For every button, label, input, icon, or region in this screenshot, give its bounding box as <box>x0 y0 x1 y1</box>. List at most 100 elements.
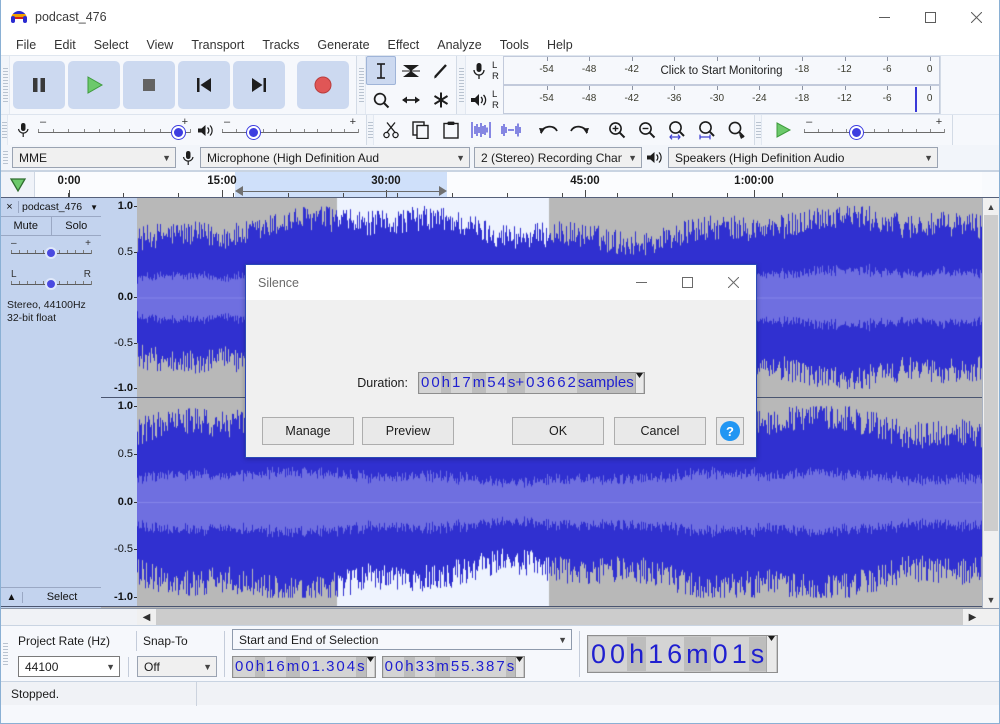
ok-button[interactable]: OK <box>512 417 604 445</box>
time-digit[interactable]: 0 <box>420 373 430 393</box>
scroll-left-button[interactable]: ◀ <box>137 609 156 625</box>
project-rate-select[interactable]: 44100 ▼ <box>18 656 120 677</box>
scroll-right-button[interactable]: ▶ <box>963 609 982 625</box>
track-gain-slider[interactable]: – + <box>11 240 91 262</box>
track-select-button[interactable]: Select <box>23 591 101 603</box>
selection-end-field[interactable]: 00h33m55.387s <box>382 656 526 678</box>
time-digit[interactable]: 1 <box>265 657 275 677</box>
timeline-selection-region[interactable] <box>235 172 447 197</box>
vertical-scroll-thumb[interactable] <box>984 215 998 531</box>
time-unit[interactable]: s <box>356 657 366 677</box>
track-name-menu[interactable]: podcast_476 ▼ <box>19 201 101 213</box>
play-button[interactable] <box>68 61 120 109</box>
time-shift-tool[interactable] <box>396 85 426 114</box>
horizontal-scrollbar[interactable]: ◀ ▶ <box>1 608 999 625</box>
transport-toolbar-grip[interactable] <box>1 56 10 114</box>
time-digit[interactable]: 1 <box>311 657 321 677</box>
vertical-scroll-track[interactable] <box>983 215 999 591</box>
time-digit[interactable]: 4 <box>497 373 507 393</box>
help-button[interactable]: ? <box>716 417 744 445</box>
time-digit[interactable]: 8 <box>485 657 495 677</box>
fit-selection-button[interactable] <box>662 116 692 145</box>
stop-button[interactable] <box>123 61 175 109</box>
time-unit[interactable]: h <box>255 657 265 677</box>
time-digit[interactable]: 7 <box>495 657 505 677</box>
pause-button[interactable] <box>13 61 65 109</box>
silence-dialog-maximize-button[interactable] <box>664 265 710 300</box>
mixer-toolbar-grip[interactable] <box>1 115 8 145</box>
time-digit[interactable]: 0 <box>300 657 310 677</box>
tools-toolbar-grip[interactable] <box>357 56 366 114</box>
zoom-in-button[interactable] <box>602 116 632 145</box>
time-digit[interactable]: 0 <box>384 657 394 677</box>
timeline-ruler[interactable]: 0:0015:0030:0045:001:00:00 <box>35 172 982 197</box>
cut-button[interactable] <box>376 116 406 145</box>
menu-view[interactable]: View <box>137 36 182 54</box>
time-unit[interactable]: h <box>404 657 414 677</box>
time-unit[interactable]: m <box>472 373 487 393</box>
close-button[interactable] <box>953 0 999 34</box>
paste-button[interactable] <box>436 116 466 145</box>
time-digit[interactable]: 5 <box>460 657 470 677</box>
time-field-spinner[interactable] <box>366 657 374 677</box>
menu-tracks[interactable]: Tracks <box>253 36 308 54</box>
selection-mode-select[interactable]: Start and End of Selection ▼ <box>232 629 572 650</box>
time-unit[interactable]: s+ <box>507 373 525 393</box>
time-unit[interactable]: h <box>627 637 646 671</box>
menu-file[interactable]: File <box>7 36 45 54</box>
trim-audio-button[interactable] <box>466 116 496 145</box>
silence-dialog-close-button[interactable] <box>710 265 756 300</box>
minimize-button[interactable] <box>861 0 907 34</box>
time-digit[interactable]: 2 <box>567 373 577 393</box>
time-unit[interactable]: m <box>684 637 711 671</box>
device-toolbar-grip[interactable] <box>1 147 10 168</box>
record-button[interactable] <box>297 61 349 109</box>
skip-to-start-button[interactable] <box>178 61 230 109</box>
menu-tools[interactable]: Tools <box>491 36 538 54</box>
time-digit[interactable]: 1 <box>730 637 749 671</box>
track-mute-button[interactable]: Mute <box>1 217 52 235</box>
time-digit[interactable]: 0 <box>430 373 440 393</box>
time-digit[interactable]: 3 <box>475 657 485 677</box>
playback-meter[interactable]: LR -54-48-42-36-30-24-18-12-60 <box>466 85 940 114</box>
time-unit[interactable]: m <box>435 657 450 677</box>
time-field-spinner[interactable] <box>515 657 523 677</box>
playback-device-select[interactable]: Speakers (High Definition Audio ▼ <box>668 147 938 168</box>
collapse-arrow-icon[interactable]: ▲ <box>1 592 23 603</box>
time-digit[interactable]: 0 <box>244 657 254 677</box>
monitoring-hint[interactable]: Click to Start Monitoring <box>656 65 786 77</box>
recording-meter-bar[interactable]: -54-48-42-18-12-60 Click to Start Monito… <box>503 56 940 85</box>
manage-button[interactable]: Manage <box>262 417 354 445</box>
draw-tool[interactable] <box>426 56 456 85</box>
playback-speed-slider[interactable]: –+ <box>804 117 944 143</box>
time-digit[interactable]: 7 <box>461 373 471 393</box>
zoom-toggle-button[interactable] <box>722 116 752 145</box>
menu-edit[interactable]: Edit <box>45 36 85 54</box>
track-solo-button[interactable]: Solo <box>52 217 102 235</box>
time-field-spinner[interactable] <box>635 373 643 393</box>
menu-transport[interactable]: Transport <box>182 36 253 54</box>
time-digit[interactable]: 0 <box>234 657 244 677</box>
time-digit[interactable]: 4 <box>346 657 356 677</box>
audio-host-select[interactable]: MME ▼ <box>12 147 176 168</box>
scroll-up-button[interactable]: ▲ <box>983 198 999 215</box>
copy-button[interactable] <box>406 116 436 145</box>
time-digit[interactable]: 6 <box>546 373 556 393</box>
meter-toolbar-grip[interactable] <box>457 56 466 114</box>
time-unit[interactable]: samples <box>577 373 635 393</box>
time-unit[interactable]: s <box>506 657 516 677</box>
recording-device-select[interactable]: Microphone (High Definition Aud ▼ <box>200 147 470 168</box>
time-digit[interactable]: 0 <box>589 637 608 671</box>
selection-tool[interactable] <box>366 56 396 85</box>
time-digit[interactable]: 0 <box>394 657 404 677</box>
envelope-tool[interactable] <box>396 56 426 85</box>
track-close-button[interactable]: × <box>1 201 19 213</box>
skip-to-end-button[interactable] <box>233 61 285 109</box>
time-unit[interactable]: h <box>441 373 451 393</box>
audio-position-field[interactable]: 00h16m01s <box>587 635 778 673</box>
snap-to-select[interactable]: Off ▼ <box>137 656 217 677</box>
time-digit[interactable]: 5 <box>450 657 460 677</box>
menu-help[interactable]: Help <box>538 36 582 54</box>
edit-toolbar-grip[interactable] <box>367 115 374 145</box>
time-digit[interactable]: 6 <box>556 373 566 393</box>
